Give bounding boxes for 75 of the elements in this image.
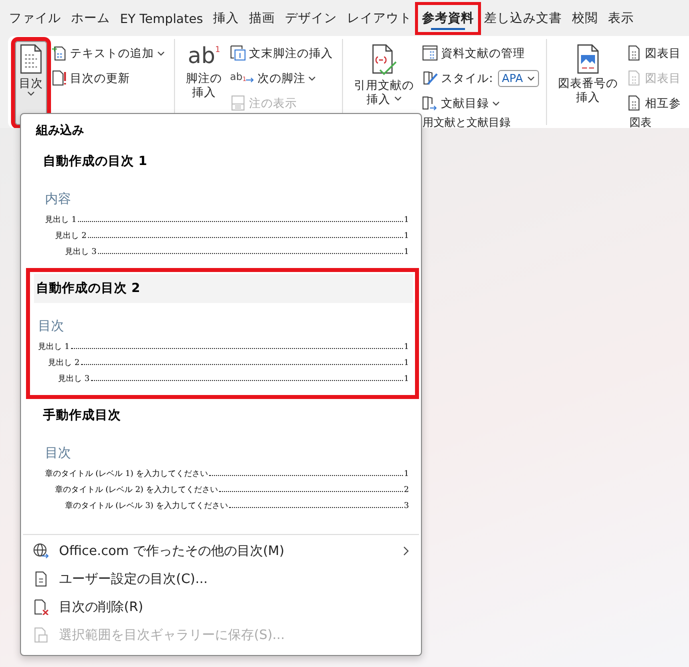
bibliography-icon xyxy=(422,95,438,111)
figure-table-icon xyxy=(626,45,642,61)
toc-heading: 目次 xyxy=(45,445,72,462)
toc-heading: 目次 xyxy=(38,318,65,335)
toc-entry: 見出し 1 xyxy=(38,341,70,352)
gallery-item-title: 自動作成の目次 2 xyxy=(34,274,413,303)
caret-icon xyxy=(526,76,535,80)
toc-entry: 見出し 2 xyxy=(48,357,80,368)
ribbon-button[interactable]: スタイル: xyxy=(420,68,495,88)
page-number: 1 xyxy=(404,231,409,240)
gallery-item-title: 自動作成の目次 1 xyxy=(43,152,148,170)
globe-icon xyxy=(33,543,49,559)
footnote-icon: ab$^{1}$ xyxy=(188,46,220,68)
image-caption-icon xyxy=(576,44,600,74)
large-ribbon-button[interactable]: 図表番号の 挿入 xyxy=(554,41,622,115)
group-label: 用文献と文献目録 xyxy=(421,115,512,128)
ribbon-button[interactable]: 文献目録 xyxy=(420,93,502,113)
ribbon-tab[interactable]: レイアウト xyxy=(342,4,418,32)
page-number: 1 xyxy=(404,215,409,224)
ribbon-button[interactable]: 目次の更新 xyxy=(49,68,132,88)
toc-entry: 章のタイトル (レベル 1) を入力してください xyxy=(45,468,208,479)
save-document-icon xyxy=(33,627,49,643)
gallery-item-title: 手動作成目次 xyxy=(43,406,122,424)
document-icon xyxy=(19,44,43,74)
page-number: 1 xyxy=(404,247,409,256)
gallery-item[interactable]: 自動作成の目次 2 目次 見出し 1 1 見出し 2 1 見出し 3 1 xyxy=(28,270,417,397)
page-number: 1 xyxy=(404,358,409,367)
ribbon-tab[interactable]: 描画 xyxy=(244,4,280,32)
ribbon-tab[interactable]: 挿入 xyxy=(208,4,244,32)
ribbon-tab[interactable]: ファイル xyxy=(4,4,66,32)
ribbon-button[interactable]: 文末脚注の挿入 xyxy=(228,43,335,63)
toc-entry: 見出し 1 xyxy=(45,214,77,225)
notes-icon xyxy=(230,95,246,111)
document-icon xyxy=(33,571,49,587)
ribbon-button[interactable]: 図表目 xyxy=(624,43,683,63)
ribbon-tab[interactable]: 差し込み文書 xyxy=(479,4,568,32)
page-number: 1 xyxy=(404,342,409,351)
ribbon-tab[interactable]: EY Templates xyxy=(115,4,208,32)
menu-item[interactable]: Office.com で作ったその他の目次(M) xyxy=(21,537,421,565)
menu-item[interactable]: ユーザー設定の目次(C)... xyxy=(21,565,421,593)
style-dropdown[interactable]: APA xyxy=(498,70,539,86)
ribbon-button[interactable]: 相互参 xyxy=(624,93,683,113)
ribbon-tab[interactable]: 参考資料 xyxy=(417,4,480,32)
ribbon-tab[interactable]: ホーム xyxy=(66,4,115,32)
ribbon-button[interactable]: 資料文献の管理 xyxy=(420,43,527,63)
toc-heading: 内容 xyxy=(45,191,72,208)
gallery-item[interactable]: 手動作成目次 目次 章のタイトル (レベル 1) を入力してください 1 章のタイトル (レベル 2) を入力してください 2 章のタイトル (レベル 3) を入力してください 3 xyxy=(28,397,417,524)
figure-table-icon xyxy=(626,70,642,86)
page-number: 1 xyxy=(404,469,409,478)
section-header: 組み込み xyxy=(34,122,85,139)
add-text-icon xyxy=(51,45,67,61)
delete-document-icon xyxy=(33,599,49,615)
toc-entry: 章のタイトル (レベル 3) を入力してください xyxy=(65,500,228,511)
citation-icon xyxy=(370,44,398,76)
large-ribbon-button[interactable]: ab$^{1}$ 脚注の 挿入 xyxy=(182,41,226,125)
ribbon-button[interactable]: テキストの追加 xyxy=(49,43,167,63)
update-icon xyxy=(51,70,67,86)
ribbon-tab[interactable]: デザイン xyxy=(280,4,342,32)
large-ribbon-button[interactable]: 引用文献の 挿入 xyxy=(350,41,418,115)
toc-entry: 見出し 3 xyxy=(58,373,90,384)
ribbon-tab[interactable]: 表示 xyxy=(603,4,640,32)
menu-item[interactable]: 目次の削除(R) xyxy=(21,593,421,621)
ribbon-tab[interactable]: 校閲 xyxy=(567,4,604,32)
toc-entry: 章のタイトル (レベル 2) を入力してください xyxy=(55,484,218,495)
page-number: 2 xyxy=(404,485,409,494)
toc-entry: 見出し 3 xyxy=(65,246,97,257)
book-brush-icon xyxy=(422,70,438,86)
gallery-item[interactable]: 自動作成の目次 1 内容 見出し 1 1 見出し 2 1 見出し 3 1 xyxy=(28,143,417,270)
source-list-icon xyxy=(422,45,438,61)
figure-table-icon xyxy=(626,95,642,111)
toc-entry: 見出し 2 xyxy=(55,230,87,241)
page-number: 3 xyxy=(404,501,409,510)
endnote-icon xyxy=(230,45,246,61)
group-label: 図表 xyxy=(628,115,652,128)
page-number: 1 xyxy=(404,374,409,383)
